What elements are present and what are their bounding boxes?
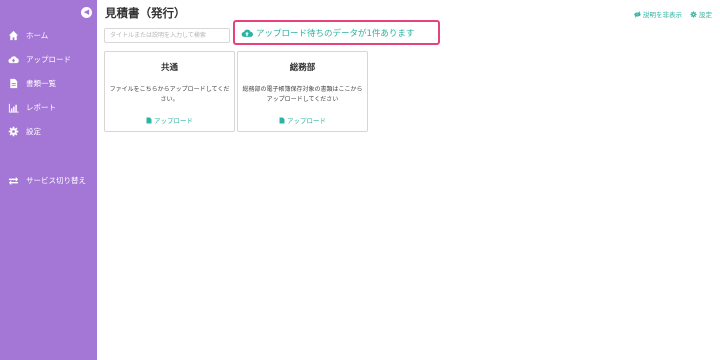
chevron-left-icon[interactable]: ◀ [81, 7, 92, 18]
document-icon [7, 77, 19, 89]
gear-icon [690, 10, 697, 18]
upload-link[interactable]: アップロード [279, 115, 326, 125]
settings-label: 設定 [699, 11, 712, 19]
sidebar-item-label: サービス切り替え [26, 175, 86, 185]
file-icon [146, 117, 152, 123]
sidebar-item-settings[interactable]: 設定 [0, 121, 97, 141]
card-title: 共通 [160, 63, 178, 73]
cloud-upload-icon [7, 53, 19, 65]
notice-text: アップロード待ちのデータが1件あります [256, 28, 415, 39]
sidebar-item-document-list[interactable]: 書類一覧 [0, 73, 97, 93]
search-input[interactable] [104, 28, 230, 43]
gear-icon [7, 125, 19, 137]
hide-description-link[interactable]: 説明を非表示 [634, 9, 682, 19]
settings-link[interactable]: 設定 [690, 9, 712, 19]
bar-chart-icon [7, 101, 19, 113]
sidebar-item-label: 書類一覧 [26, 78, 56, 88]
sidebar-item-home[interactable]: ホーム [0, 25, 97, 45]
switch-icon [7, 174, 19, 186]
card-description: 総務部の電子帳簿保存対象の書類はここからアップロードしてください [242, 86, 363, 103]
home-icon [7, 29, 19, 41]
upload-link[interactable]: アップロード [146, 115, 193, 125]
sidebar-item-label: レポート [26, 102, 56, 112]
hide-description-label: 説明を非表示 [643, 11, 682, 19]
sidebar: ◀ ホーム アップロード 書類一覧 レポート 設定 サービス切り替え [0, 0, 97, 360]
file-icon [279, 117, 285, 123]
pending-upload-notice[interactable]: アップロード待ちのデータが1件あります [233, 20, 440, 45]
sidebar-item-label: 設定 [26, 126, 41, 136]
sidebar-item-switch-service[interactable]: サービス切り替え [0, 170, 97, 190]
card-title: 総務部 [289, 63, 316, 73]
upload-link-label: アップロード [287, 117, 326, 125]
sidebar-item-label: アップロード [26, 54, 71, 64]
sidebar-item-label: ホーム [26, 30, 49, 40]
card-description: ファイルをこちらからアップロードしてください。 [109, 86, 230, 103]
cloud-upload-icon [241, 29, 253, 37]
header-actions: 説明を非表示 設定 [634, 9, 712, 19]
sidebar-item-upload[interactable]: アップロード [0, 49, 97, 69]
upload-link-label: アップロード [154, 117, 193, 125]
eye-slash-icon [634, 10, 641, 18]
sidebar-item-report[interactable]: レポート [0, 97, 97, 117]
page-title: 見積書（発行） [105, 6, 186, 20]
